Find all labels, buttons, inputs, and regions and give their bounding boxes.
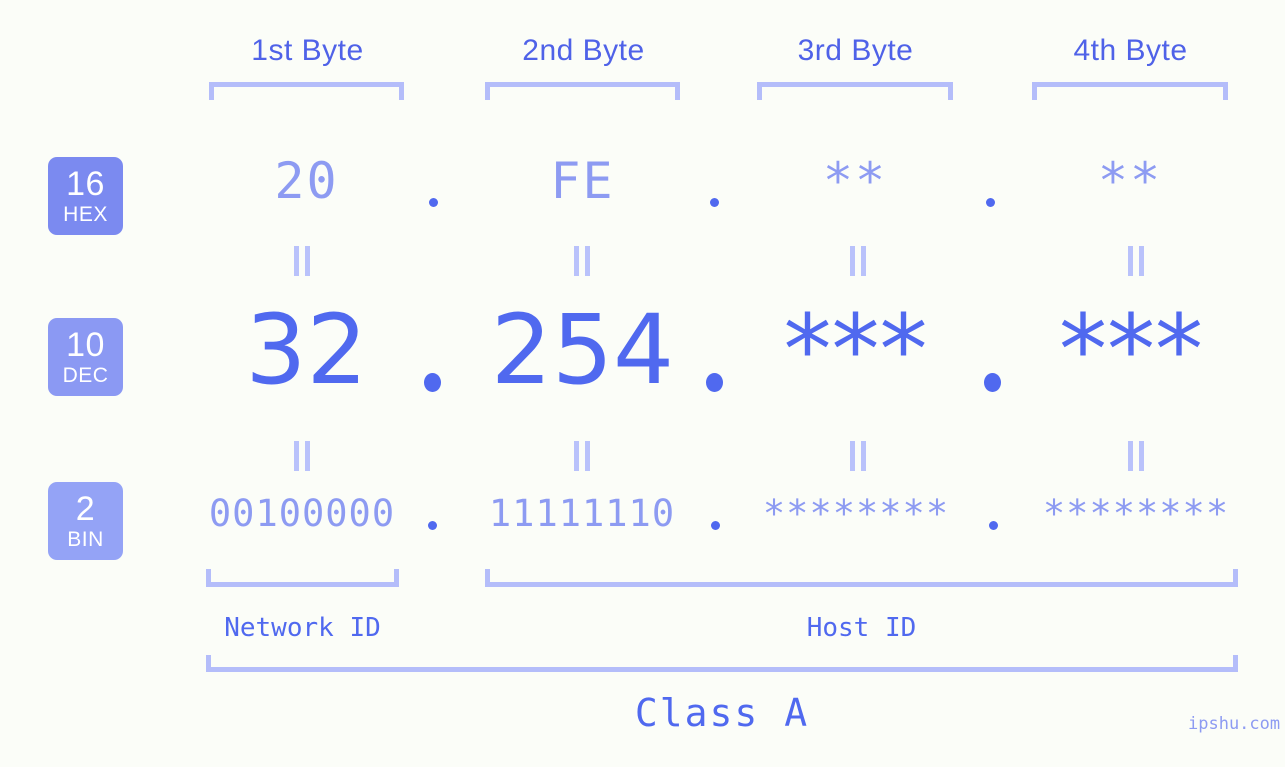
byte-bracket-top-3 (757, 82, 953, 100)
byte-header-label-2: 2nd Byte (522, 34, 645, 67)
base-badge-bin-number: 2 (75, 490, 96, 528)
network-id-label: Network ID (224, 613, 381, 643)
dec-separator-dot-2 (706, 373, 723, 392)
byte-header-label-3: 3rd Byte (797, 34, 914, 67)
base-badge-hex-name: HEX (63, 203, 108, 226)
bin-separator-dot-3 (989, 521, 998, 530)
base-badge-bin: 2 BIN (48, 482, 123, 560)
byte-bracket-top-4 (1032, 82, 1228, 100)
host-id-bracket (485, 569, 1238, 587)
hex-separator-dot-2 (710, 198, 719, 207)
dec-byte-value-3: *** (783, 294, 928, 406)
hex-byte-value-3: ** (822, 152, 888, 210)
base-badge-hex: 16 HEX (48, 157, 123, 235)
base-badge-dec: 10 DEC (48, 318, 123, 396)
dec-separator-dot-1 (424, 373, 441, 392)
dec-byte-value-1: 32 (245, 294, 368, 406)
bin-byte-value-2: 11111110 (488, 492, 676, 535)
byte-header-label-4: 4th Byte (1073, 34, 1188, 67)
equals-marker-dec-bin-1 (292, 441, 312, 471)
site-watermark: ipshu.com (1188, 714, 1281, 734)
equals-marker-hex-dec-3 (848, 246, 868, 276)
network-id-bracket (206, 569, 399, 587)
hex-separator-dot-1 (429, 198, 438, 207)
equals-marker-hex-dec-1 (292, 246, 312, 276)
bin-separator-dot-1 (428, 521, 437, 530)
base-badge-hex-number: 16 (66, 165, 105, 203)
byte-bracket-top-2 (485, 82, 680, 100)
class-label: Class A (634, 691, 810, 735)
base-badge-bin-name: BIN (67, 528, 104, 551)
bin-byte-value-4: ******** (1042, 492, 1230, 535)
equals-marker-hex-dec-2 (572, 246, 592, 276)
ip-address-breakdown-diagram: 1st Byte 2nd Byte 3rd Byte 4th Byte 16 H… (0, 0, 1285, 767)
byte-header-label-1: 1st Byte (251, 34, 364, 67)
dec-byte-value-4: *** (1059, 294, 1203, 406)
base-badge-dec-name: DEC (62, 364, 109, 387)
host-id-label: Host ID (806, 613, 917, 643)
hex-byte-value-1: 20 (274, 152, 339, 210)
bin-separator-dot-2 (711, 521, 720, 530)
hex-byte-value-2: FE (550, 152, 615, 210)
dec-byte-value-2: 254 (490, 294, 675, 406)
bin-byte-value-1: 00100000 (208, 492, 396, 535)
byte-bracket-top-1 (209, 82, 404, 100)
base-badge-dec-number: 10 (66, 326, 105, 364)
class-bracket (206, 655, 1238, 672)
bin-byte-value-3: ******** (762, 492, 950, 535)
equals-marker-hex-dec-4 (1126, 246, 1146, 276)
equals-marker-dec-bin-4 (1126, 441, 1146, 471)
equals-marker-dec-bin-3 (848, 441, 868, 471)
hex-separator-dot-3 (986, 198, 995, 207)
equals-marker-dec-bin-2 (572, 441, 592, 471)
dec-separator-dot-3 (984, 373, 1001, 392)
hex-byte-value-4: ** (1097, 152, 1163, 210)
